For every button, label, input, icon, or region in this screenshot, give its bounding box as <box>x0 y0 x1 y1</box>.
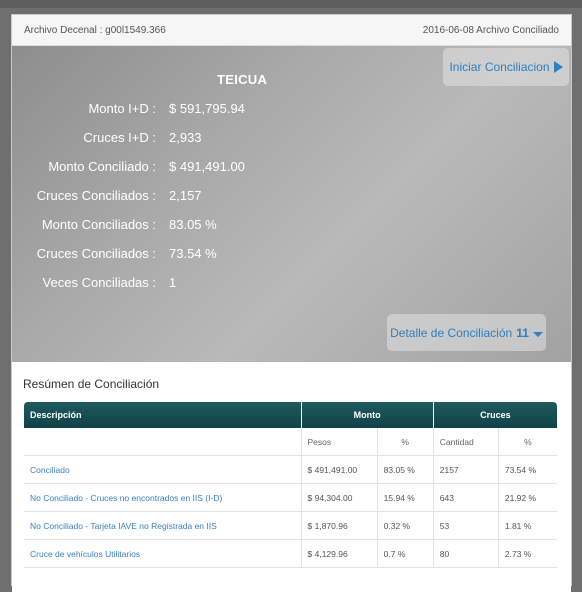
stat-label: Monto Conciliado : <box>48 159 156 174</box>
conciliation-detail-label: Detalle de Conciliación <box>390 325 513 340</box>
table-row: No Conciliado - Cruces no encontrados en… <box>24 483 557 512</box>
row-pct-monto: 15.94 % <box>376 483 434 512</box>
stat-cruces-id: Cruces I+D : 2,933 <box>12 130 571 150</box>
table-row: Cruce de vehículos Utilitarios $ 4,129.9… <box>24 539 557 568</box>
archivo-status: 2016-06-08 Archivo Conciliado <box>422 24 559 36</box>
stat-label: Cruces I+D : <box>83 130 156 145</box>
row-pct-cruces: 1.81 % <box>497 511 557 540</box>
subheader-pct-cruces: % <box>497 428 557 456</box>
conciliation-summary: Resúmen de Conciliación Descripción Mont… <box>12 362 571 592</box>
table-header-row: Descripción Monto Cruces <box>24 402 557 428</box>
summary-title: Resúmen de Conciliación <box>23 377 160 391</box>
start-conciliation-label: Iniciar Conciliacion <box>449 60 550 74</box>
row-pct-monto: 83.05 % <box>376 455 434 484</box>
stat-cruces-conciliados-pct: Cruces Conciliados : 73.54 % <box>12 246 571 266</box>
row-pesos: $ 94,304.00 <box>300 483 378 512</box>
table-row: Conciliado $ 491,491.00 83.05 % 2157 73.… <box>24 455 557 484</box>
table-subheader-row: Pesos % Cantidad % <box>24 428 557 456</box>
stat-veces-conciliadas: Veces Conciliadas : 1 <box>12 275 571 295</box>
stat-label: Monto I+D : <box>88 101 156 116</box>
stat-value: 83.05 % <box>169 217 217 232</box>
stat-label: Cruces Conciliados : <box>36 246 156 261</box>
stat-value: 2,157 <box>169 188 202 203</box>
conciliation-detail-button[interactable]: Detalle de Conciliación 11 <box>387 314 546 351</box>
table-row: No Conciliado - Tarjeta IAVE no Registra… <box>24 511 557 540</box>
stat-monto-id: Monto I+D : $ 591,795.94 <box>12 101 571 121</box>
row-description-link[interactable]: No Conciliado - Cruces no encontrados en… <box>24 483 302 512</box>
row-pesos: $ 491,491.00 <box>300 455 378 484</box>
stat-label: Monto Conciliados : <box>41 217 156 232</box>
card-header: Archivo Decenal : g00l1549.366 2016-06-0… <box>12 15 571 46</box>
row-pct-cruces: 73.54 % <box>497 455 557 484</box>
stat-value: 73.54 % <box>169 246 217 261</box>
row-description-link[interactable]: No Conciliado - Tarjeta IAVE no Registra… <box>24 511 302 540</box>
row-pct-monto: 0.7 % <box>376 539 434 568</box>
row-cantidad: 80 <box>432 539 499 568</box>
top-bar <box>0 0 582 8</box>
col-descripcion: Descripción <box>24 402 302 428</box>
col-monto: Monto <box>300 402 434 428</box>
row-pct-cruces: 2.73 % <box>497 539 557 568</box>
stat-value: 2,933 <box>169 130 202 145</box>
stat-monto-conciliado: Monto Conciliado : $ 491,491.00 <box>12 159 571 179</box>
subheader-empty <box>24 428 302 456</box>
stat-label: Cruces Conciliados : <box>36 188 156 203</box>
summary-panel: Iniciar Conciliacion TEICUA Monto I+D : … <box>12 46 571 362</box>
stat-value: $ 491,491.00 <box>169 159 245 174</box>
conciliation-card: Archivo Decenal : g00l1549.366 2016-06-0… <box>11 14 572 592</box>
row-cantidad: 2157 <box>432 455 499 484</box>
row-cantidad: 643 <box>432 483 499 512</box>
row-cantidad: 53 <box>432 511 499 540</box>
archivo-decenal-label: Archivo Decenal : g00l1549.366 <box>24 24 166 36</box>
play-icon <box>553 61 563 73</box>
caret-down-icon <box>532 331 543 337</box>
stat-value: 1 <box>169 275 177 290</box>
conciliation-detail-count: 11 <box>516 325 529 340</box>
plaza-title: TEICUA <box>217 72 268 87</box>
summary-table: Descripción Monto Cruces Pesos % Cantida… <box>24 402 557 568</box>
stat-label: Veces Conciliadas : <box>42 275 156 290</box>
subheader-pesos: Pesos <box>300 428 378 456</box>
row-pesos: $ 1,870.96 <box>300 511 378 540</box>
subheader-pct-monto: % <box>376 428 434 456</box>
row-pct-cruces: 21.92 % <box>497 483 557 512</box>
col-cruces: Cruces <box>432 402 557 428</box>
row-description-link[interactable]: Conciliado <box>24 455 302 484</box>
stat-cruces-conciliados: Cruces Conciliados : 2,157 <box>12 188 571 208</box>
stat-value: $ 591,795.94 <box>169 101 245 116</box>
row-description-link[interactable]: Cruce de vehículos Utilitarios <box>24 539 302 568</box>
subheader-cantidad: Cantidad <box>432 428 499 456</box>
start-conciliation-button[interactable]: Iniciar Conciliacion <box>443 48 569 86</box>
row-pesos: $ 4,129.96 <box>300 539 378 568</box>
stat-monto-conciliados-pct: Monto Conciliados : 83.05 % <box>12 217 571 237</box>
row-pct-monto: 0.32 % <box>376 511 434 540</box>
